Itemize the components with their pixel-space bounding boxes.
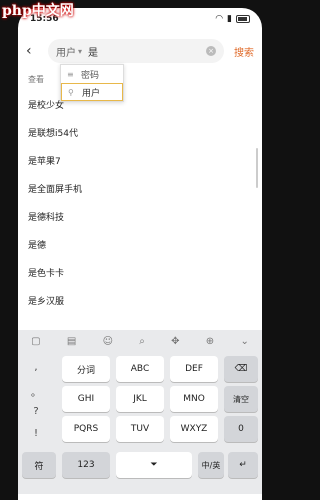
key-label: DEF [185,364,203,374]
key-label: 0 [238,424,244,434]
list-item[interactable]: 是联想i54代 [18,118,262,146]
key-label: 符 [34,461,44,472]
space-key[interactable]: ⏷ [116,452,192,478]
settings-icon[interactable]: ⊕ [206,336,214,347]
key-label: 123 [77,460,95,470]
list-item[interactable]: 是全面屏手机 [18,174,262,202]
dropdown-item-user[interactable]: ⚲ 用户 [61,83,123,101]
clear-key[interactable]: 清空 [224,386,258,412]
symbol-key[interactable]: 符 [22,452,56,478]
keyboard: ▢ ▤ ☺ ⌕ ✥ ⊕ ⌄ , 。 ? ! 分词 ABC DEF ⌫ GHI J… [18,330,262,500]
list-item[interactable]: 是德科技 [18,202,262,230]
key-ghi[interactable]: GHI [62,386,110,412]
chevron-down-icon[interactable]: ▾ [78,47,82,56]
emoji-icon[interactable]: ☺ [103,336,113,347]
enter-key[interactable]: ↵ [228,452,258,478]
cursor-move-icon[interactable]: ✥ [171,336,179,347]
list-item[interactable]: 是色卡卡 [18,258,262,286]
signal-icon: ▮ [227,14,232,24]
scrollbar[interactable] [256,148,258,188]
punct-key[interactable]: ! [24,428,48,439]
results-hint: 查看 [28,74,44,84]
lang-switch-key[interactable]: 中/英 [198,452,224,478]
backspace-key[interactable]: ⌫ [224,356,258,382]
list-item[interactable]: 是校少女 [18,90,262,118]
back-icon[interactable]: ‹ [26,43,42,59]
navigation-bar [18,494,262,500]
hide-keyboard-icon[interactable]: ⌄ [240,336,248,347]
key-mno[interactable]: MNO [170,386,218,412]
dropdown-item-label: 密码 [81,70,100,81]
backspace-icon: ⌫ [234,364,248,374]
search-icon[interactable]: ⌕ [139,336,145,347]
clear-icon[interactable]: × [206,46,216,56]
search-input[interactable]: 用户 ▾ 是 × [48,39,224,63]
dropdown-item-label: 用户 [82,88,101,99]
punct-key[interactable]: ? [24,406,48,417]
search-bar: ‹ 用户 ▾ 是 × 搜索 [18,34,262,68]
key-jkl[interactable]: JKL [116,386,164,412]
key-label: TUV [130,424,150,434]
key-label: JKL [133,394,147,404]
key-label: 分词 [76,365,95,376]
search-query[interactable]: 是 [88,44,98,59]
keyboard-keys: , 。 ? ! 分词 ABC DEF ⌫ GHI JKL MNO 清空 PQRS… [18,352,262,500]
microphone-icon: ⏷ [150,460,158,470]
key-wxyz[interactable]: WXYZ [170,416,218,442]
scope-dropdown: ≡ 密码 ⚲ 用户 [60,64,124,102]
suggestion-list: 查看 是校少女 是联想i54代 是苹果7 是全面屏手机 是德科技 是德 是色卡卡… [18,68,262,314]
key-label: GHI [77,394,95,404]
list-item[interactable]: 是苹果7 [18,146,262,174]
key-abc[interactable]: ABC [116,356,164,382]
list-item[interactable]: 是乡汉服 [18,286,262,314]
battery-icon [236,15,250,23]
menu-icon[interactable]: ▤ [67,336,76,347]
key-label: 中/英 [201,460,221,470]
key-label: MNO [183,394,205,404]
watermark-logo: php中文网 [2,3,74,19]
key-label: 清空 [233,394,249,404]
key-pqrs[interactable]: PQRS [62,416,110,442]
key-tuv[interactable]: TUV [116,416,164,442]
keyboard-toolbar: ▢ ▤ ☺ ⌕ ✥ ⊕ ⌄ [18,330,262,352]
key-label: WXYZ [180,424,208,434]
key-def[interactable]: DEF [170,356,218,382]
list-item[interactable]: 是德 [18,230,262,258]
dropdown-item-password[interactable]: ≡ 密码 [61,65,123,83]
phone-screen: 15:56 ◠ ▮ ‹ 用户 ▾ 是 × 搜索 ≡ 密码 ⚲ 用户 查看 是校少… [18,8,262,500]
punct-key[interactable]: 。 [24,384,48,399]
list-icon: ≡ [67,69,74,79]
status-icons: ◠ ▮ [215,14,250,24]
punct-key[interactable]: , [24,362,48,373]
enter-icon: ↵ [239,460,247,470]
wifi-icon: ◠ [215,14,224,24]
search-button[interactable]: 搜索 [234,44,254,59]
user-icon: ⚲ [68,87,74,97]
key-label: PQRS [73,424,99,434]
key-fenci[interactable]: 分词 [62,356,110,382]
number-key[interactable]: 123 [62,452,110,478]
zero-key[interactable]: 0 [224,416,258,442]
search-scope-label[interactable]: 用户 [56,44,76,59]
keyboard-icon[interactable]: ▢ [31,336,40,347]
key-label: ABC [130,364,150,374]
